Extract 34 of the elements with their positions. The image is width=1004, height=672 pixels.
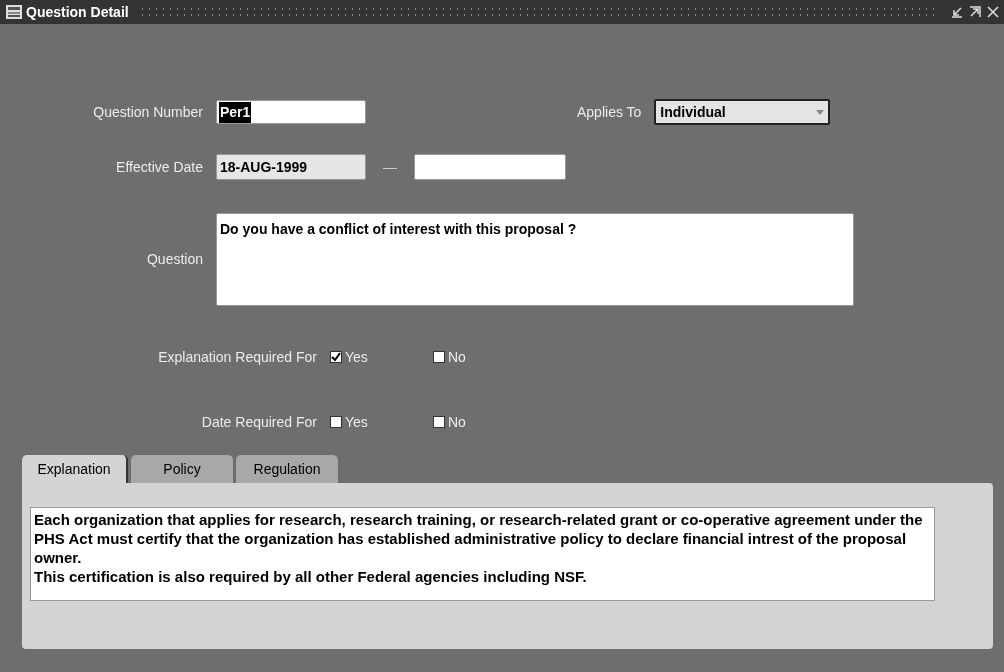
app-icon [6,5,22,19]
date-field[interactable]: 18-AUG-1999 [216,154,366,180]
field-label: Effective Date [115,157,203,177]
field-label: Explanation Required For [157,347,317,367]
field-label: Applies To [577,102,642,122]
window-title: Question Detail [26,2,129,22]
explanation-paragraph: This certification is also required by all other Federal agencies including NSF. [34,567,588,586]
checkmark-icon [331,352,341,362]
checkbox[interactable] [330,351,342,363]
explanation-textarea[interactable] [30,507,935,601]
explanation-paragraph: Each organization that applies for research, research training, or research-related grant or co-operative agreement under the PHS Act must certify that the organization has established administrative policy to declare financial intrest of the proposal owner. [34,510,924,567]
field-label: Question Number [92,102,203,122]
maximize-icon[interactable] [968,5,982,19]
field-label: Date Required For [200,412,317,432]
tab[interactable]: Policy [131,455,233,483]
checkbox-label: Yes [345,347,368,367]
checkbox-label: Yes [345,412,368,432]
field-label: Question [145,250,203,269]
checkbox-label: No [448,347,466,367]
date-field[interactable] [414,154,566,180]
checkbox[interactable] [433,351,445,363]
field-value: Per1 [219,101,252,123]
tab[interactable]: Regulation [236,455,338,483]
question-number-field[interactable]: Per1 [216,100,366,124]
date-separator: — [383,157,397,177]
checkbox[interactable] [330,416,342,428]
tab[interactable]: Explanation [22,455,128,483]
applies-to-dropdown[interactable]: Individual [654,99,831,125]
dropdown-arrow-icon [816,109,825,115]
checkbox[interactable] [433,416,445,428]
close-icon[interactable] [986,5,1000,19]
checkbox-label: No [448,412,466,432]
minimize-icon[interactable] [950,5,964,19]
question-textarea[interactable]: Do you have a conflict of interest with this proposal ? [216,213,854,306]
